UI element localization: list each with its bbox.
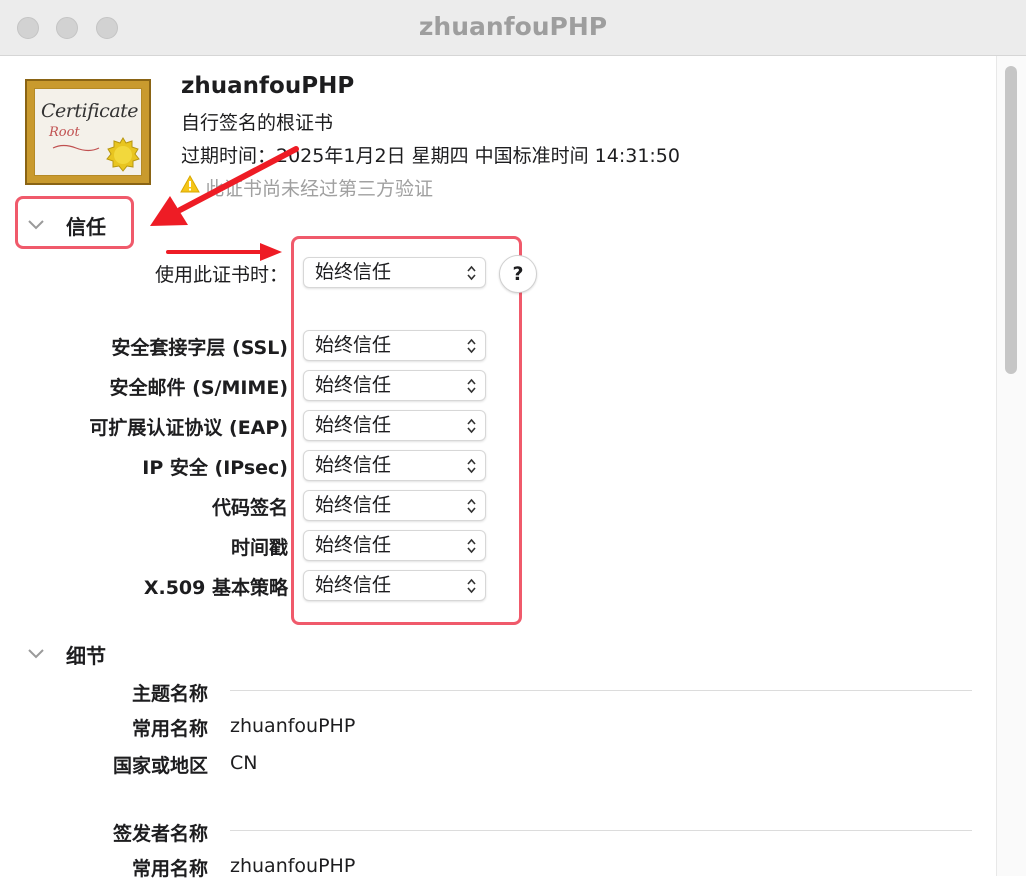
annotation-arrows — [150, 146, 299, 261]
arrow-to-trust-values — [166, 243, 282, 261]
arrow-to-trust-header — [150, 146, 299, 226]
